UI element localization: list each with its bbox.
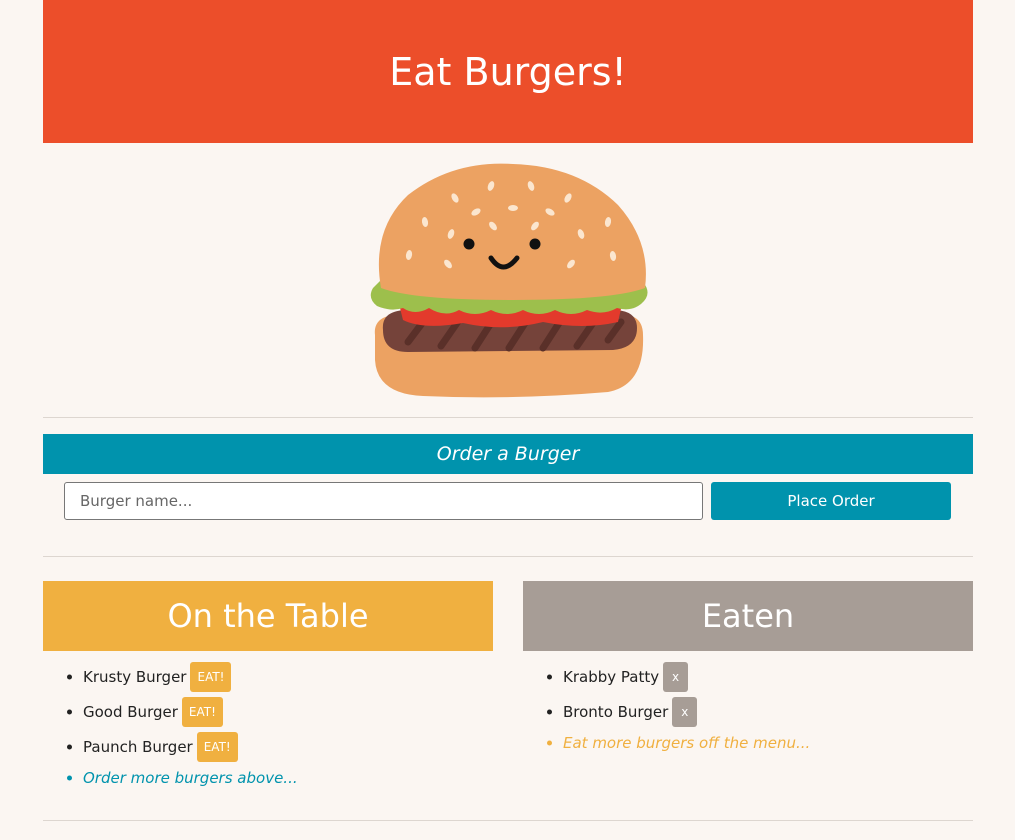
burger-mascot: [43, 143, 973, 417]
list-item: Krusty Burger EAT!: [83, 659, 493, 694]
page: Eat Burgers! Order a Burger Burger name.…: [43, 0, 973, 821]
page-title: Eat Burgers!: [389, 49, 627, 94]
eaten-list: Krabby Patty x Bronto Burger x Eat more …: [523, 659, 973, 756]
header-banner: Eat Burgers!: [43, 0, 973, 143]
eat-button[interactable]: EAT!: [181, 696, 223, 727]
remove-button[interactable]: x: [672, 696, 698, 727]
burger-name: Krabby Patty: [563, 667, 660, 686]
on-the-table-list: Krusty Burger EAT! Good Burger EAT! Paun…: [43, 659, 493, 791]
order-form: Place Order: [43, 474, 973, 556]
list-item: Bronto Burger x: [563, 694, 973, 729]
order-more-note: Order more burgers above...: [83, 764, 493, 791]
place-order-button[interactable]: Place Order: [711, 482, 951, 520]
divider: [43, 417, 973, 418]
on-the-table-heading: On the Table: [43, 581, 493, 651]
eat-more-note: Eat more burgers off the menu...: [563, 729, 973, 756]
on-the-table-panel: On the Table Krusty Burger EAT! Good Bur…: [43, 581, 493, 791]
divider: [43, 556, 973, 557]
eat-button[interactable]: EAT!: [190, 661, 232, 692]
eaten-heading: Eaten: [523, 581, 973, 651]
divider: [43, 820, 973, 821]
list-item: Krabby Patty x: [563, 659, 973, 694]
burger-name-input[interactable]: [64, 482, 703, 520]
burger-name: Paunch Burger: [83, 737, 193, 756]
burger-mascot-icon: [370, 163, 648, 398]
list-item: Paunch Burger EAT!: [83, 729, 493, 764]
burger-name: Krusty Burger: [83, 667, 187, 686]
remove-button[interactable]: x: [663, 661, 689, 692]
eaten-panel: Eaten Krabby Patty x Bronto Burger x Eat…: [523, 581, 973, 791]
order-section-title: Order a Burger: [43, 434, 973, 474]
burger-columns: On the Table Krusty Burger EAT! Good Bur…: [43, 581, 973, 791]
burger-name: Bronto Burger: [563, 702, 669, 721]
burger-name: Good Burger: [83, 702, 178, 721]
list-item: Good Burger EAT!: [83, 694, 493, 729]
eat-button[interactable]: EAT!: [196, 731, 238, 762]
